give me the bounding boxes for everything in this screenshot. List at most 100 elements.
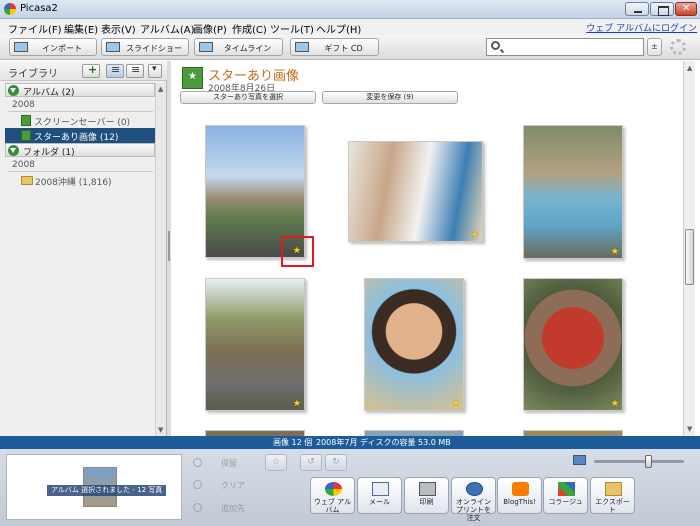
library-label: ライブラリ — [8, 69, 58, 80]
star-toggle-button[interactable]: ☆ — [265, 454, 287, 471]
maximize-button[interactable] — [650, 2, 674, 16]
online-print-icon — [466, 482, 483, 496]
clear-label: クリア — [221, 481, 245, 490]
scroll-down-icon[interactable]: ▼ — [158, 426, 163, 434]
clear-icon — [193, 480, 202, 489]
library-scrollbar[interactable]: ▲ ▼ — [155, 83, 166, 436]
online-print-label: オンラインプリントを注文 — [456, 498, 491, 522]
menu-bar: ファイル(F) 編集(E) 表示(V) アルバム(A) 画像(P) 作成(C) … — [0, 19, 700, 36]
photo-thumbnail[interactable]: ★ — [523, 278, 623, 411]
rotate-left-button[interactable]: ↺ — [300, 454, 322, 471]
close-button[interactable] — [675, 2, 697, 16]
album-icon — [21, 115, 31, 126]
starred-album-icon — [21, 130, 31, 141]
title-bar: Picasa2 — [0, 0, 700, 19]
rotate-right-button[interactable]: ↻ — [325, 454, 347, 471]
timeline-label: タイムライン — [223, 44, 272, 53]
folders-section-header[interactable]: フォルダ (1) — [5, 143, 155, 158]
email-button[interactable]: メール — [357, 477, 402, 514]
export-icon — [605, 482, 622, 496]
import-label: インポート — [42, 44, 82, 53]
menu-file[interactable]: ファイル(F) — [8, 21, 62, 36]
export-button[interactable]: エクスポート — [590, 477, 635, 514]
library-options-button[interactable] — [148, 64, 162, 78]
albums-section-header[interactable]: アルバム (2) — [5, 83, 155, 98]
collapse-icon — [8, 85, 19, 96]
photo-thumbnail[interactable]: ★ — [523, 125, 623, 259]
thumbnail-size-slider[interactable] — [594, 455, 684, 468]
timeline-icon — [199, 42, 213, 52]
menu-help[interactable]: ヘルプ(H) — [316, 21, 361, 36]
collage-icon — [558, 482, 575, 496]
tree-view-button[interactable] — [126, 63, 144, 78]
photo-thumbnail[interactable]: ★ — [205, 278, 305, 411]
search-options-button[interactable]: ± — [647, 38, 662, 56]
online-print-button[interactable]: オンラインプリントを注文 — [451, 477, 496, 522]
add-to-button[interactable]: 追加先 — [187, 499, 252, 517]
blogthis-label: BlogThis! — [503, 498, 536, 506]
star-icon: ★ — [470, 230, 479, 240]
starred-album-icon — [182, 67, 203, 89]
search-icon — [491, 41, 500, 50]
year-divider — [8, 111, 153, 112]
album-item-label: スクリーンセーバー (0) — [34, 118, 131, 128]
mail-icon — [372, 482, 389, 496]
status-disk-size: ディスクの容量 53.0 MB — [360, 438, 451, 447]
clear-button[interactable]: クリア — [187, 476, 252, 494]
scroll-up-icon[interactable]: ▲ — [158, 85, 163, 93]
import-icon — [14, 42, 28, 52]
gift-cd-label: ギフト CD — [324, 44, 363, 53]
print-button[interactable]: 印刷 — [404, 477, 449, 514]
export-label: エクスポート — [595, 498, 630, 514]
minimize-button[interactable] — [625, 2, 649, 16]
menu-album[interactable]: アルバム(A) — [140, 21, 195, 36]
slider-knob[interactable] — [645, 455, 652, 468]
panel-splitter[interactable] — [167, 61, 171, 436]
folder-icon — [21, 176, 33, 185]
add-to-label: 追加先 — [221, 504, 245, 513]
photo-tray[interactable]: アルバム 選択されました - 12 写真 — [6, 454, 182, 520]
slideshow-label: スライドショー — [126, 44, 182, 53]
album-item-starred[interactable]: スターあり画像 (12) — [5, 128, 155, 143]
select-starred-button[interactable]: スターあり写真を選択 — [180, 91, 316, 104]
slideshow-button[interactable]: スライドショー — [101, 38, 189, 56]
gift-cd-icon — [295, 42, 309, 52]
scroll-thumb[interactable] — [685, 229, 694, 285]
photo-thumbnail[interactable]: ★ — [348, 141, 483, 242]
add-album-button[interactable] — [82, 63, 100, 78]
menu-view[interactable]: 表示(V) — [101, 21, 136, 36]
toolbar: インポート スライドショー タイムライン ギフト CD ± — [0, 35, 700, 60]
email-label: メール — [369, 498, 390, 506]
tray-selection-label: アルバム 選択されました - 12 写真 — [47, 485, 167, 496]
timeline-button[interactable]: タイムライン — [194, 38, 283, 56]
lightbox-scrollbar[interactable]: ▲ ▼ — [683, 61, 695, 436]
star-icon: ★ — [610, 247, 619, 257]
folders-section-label: フォルダ (1) — [23, 148, 75, 158]
menu-tools[interactable]: ツール(T) — [270, 21, 314, 36]
search-input[interactable] — [486, 38, 644, 56]
hold-button[interactable]: 保留 — [187, 454, 252, 472]
gift-cd-button[interactable]: ギフト CD — [290, 38, 379, 56]
scroll-down-icon[interactable]: ▼ — [687, 425, 692, 433]
window-title: Picasa2 — [20, 3, 58, 14]
menu-image[interactable]: 画像(P) — [193, 21, 227, 36]
menu-create[interactable]: 作成(C) — [232, 21, 267, 36]
status-date: 2008年7月 — [316, 438, 358, 447]
year-divider — [8, 171, 153, 172]
flat-view-button[interactable] — [106, 63, 124, 78]
import-button[interactable]: インポート — [9, 38, 97, 56]
collage-button[interactable]: コラージュ — [543, 477, 588, 514]
blogthis-button[interactable]: BlogThis! — [497, 477, 542, 514]
album-item-label: スターあり画像 (12) — [34, 133, 119, 143]
scroll-up-icon[interactable]: ▲ — [687, 64, 692, 72]
menu-edit[interactable]: 編集(E) — [64, 21, 98, 36]
web-album-label: ウェブ アルバム — [313, 498, 352, 514]
web-album-button[interactable]: ウェブ アルバム — [310, 477, 355, 514]
library-header: ライブラリ — [0, 61, 167, 81]
album-item-screensaver[interactable]: スクリーンセーバー (0) — [5, 113, 155, 128]
save-changes-button[interactable]: 変更を保存 (9) — [322, 91, 458, 104]
photo-thumbnail[interactable]: ★ — [364, 278, 464, 411]
web-album-login-link[interactable]: ウェブ アルバムにログイン — [586, 21, 697, 34]
status-image-count: 画像 12 個 — [273, 438, 313, 447]
folder-item-okinawa[interactable]: 2008沖縄 (1,816) — [5, 173, 155, 188]
